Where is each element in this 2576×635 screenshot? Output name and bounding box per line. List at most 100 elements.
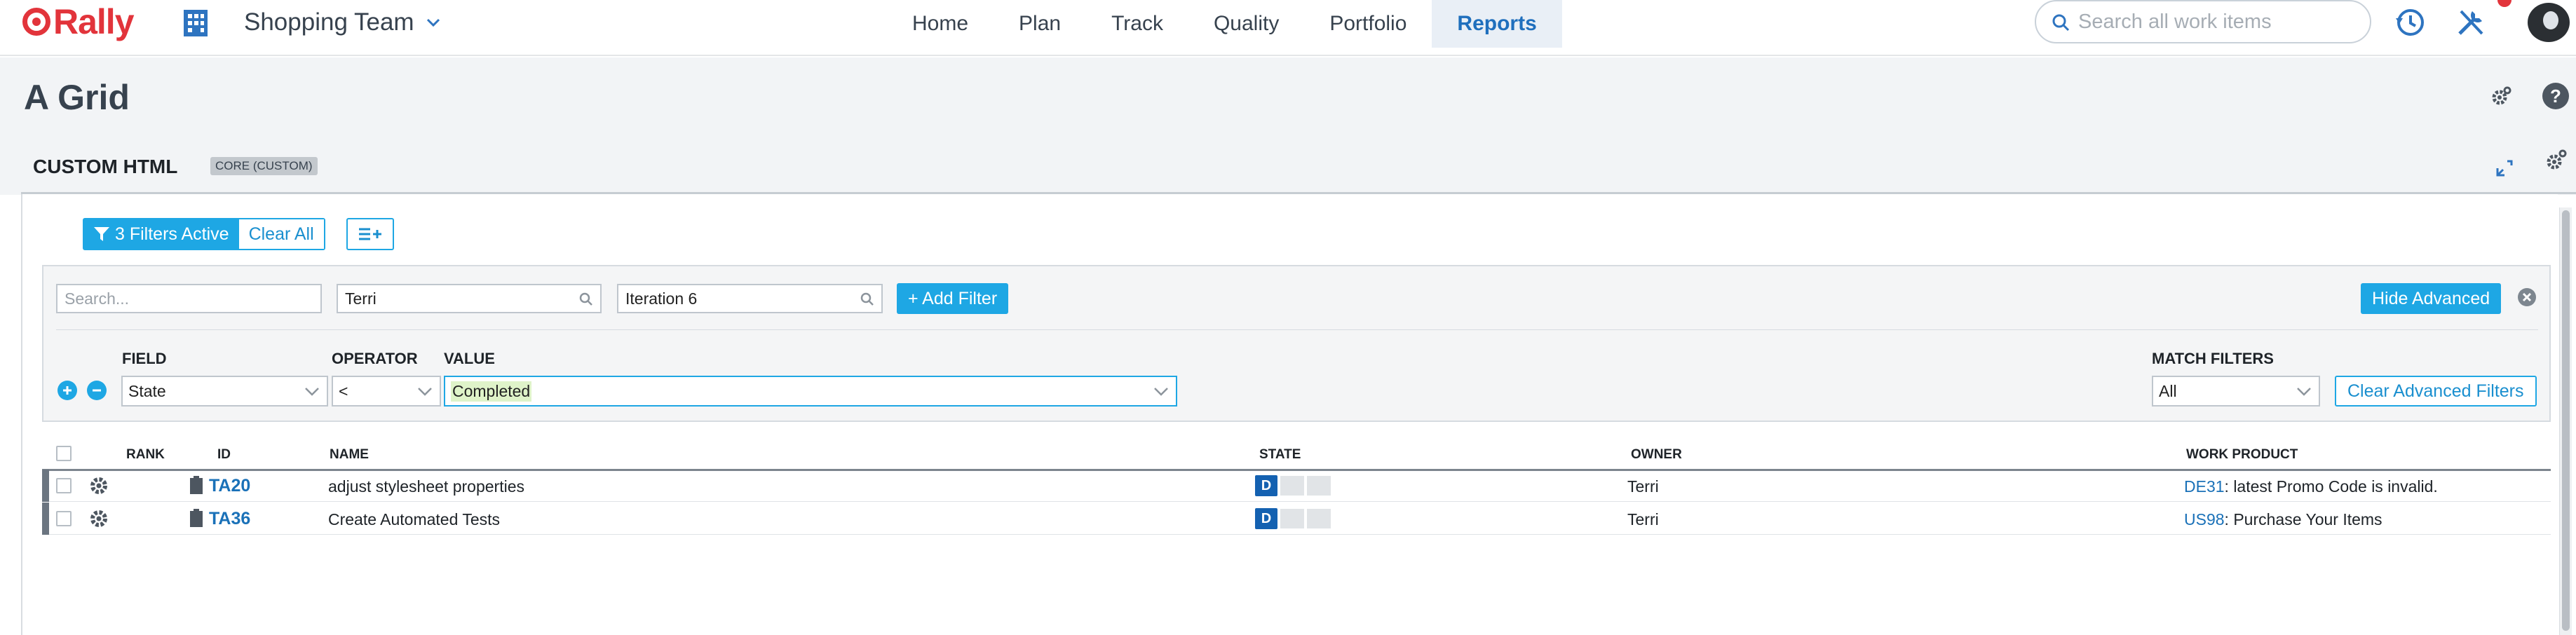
work-product-link[interactable]: US98: [2184, 510, 2225, 528]
close-filter-panel-icon[interactable]: [2517, 287, 2537, 307]
page-header-band: [0, 57, 2576, 195]
owner-filter-value: Terri: [345, 289, 377, 308]
value-select[interactable]: Completed: [444, 376, 1177, 407]
match-filters-select[interactable]: All: [2152, 376, 2320, 407]
nav-tab-home[interactable]: Home: [887, 0, 994, 48]
workspace-picker[interactable]: Shopping Team: [244, 6, 441, 39]
building-icon[interactable]: [181, 7, 210, 38]
filter-funnel-icon: [94, 227, 109, 241]
column-header-id[interactable]: ID: [217, 447, 231, 463]
row-checkbox[interactable]: [56, 511, 72, 526]
vertical-scrollbar[interactable]: [2559, 207, 2572, 635]
state-in-progress-badge[interactable]: [1280, 476, 1304, 496]
state-defined-badge[interactable]: D: [1255, 508, 1277, 529]
add-columns-icon: [359, 228, 381, 240]
notification-indicator[interactable]: [2497, 0, 2511, 7]
state-completed-badge[interactable]: [1307, 476, 1331, 496]
minus-icon: [93, 389, 101, 392]
nav-tab-portfolio[interactable]: Portfolio: [1304, 0, 1432, 48]
value-select-value: Completed: [451, 381, 532, 402]
iteration-filter-field[interactable]: Iteration 6: [617, 284, 883, 313]
filter-controls: 3 Filters Active Clear All: [83, 218, 325, 250]
select-all-checkbox[interactable]: [56, 446, 72, 461]
filters-active-button[interactable]: 3 Filters Active: [84, 219, 239, 249]
clear-advanced-filters-button[interactable]: Clear Advanced Filters: [2335, 376, 2537, 407]
nav-tab-quality[interactable]: Quality: [1188, 0, 1304, 48]
match-filters-value: All: [2159, 381, 2177, 400]
state-completed-badge[interactable]: [1307, 509, 1331, 528]
value-column-label: VALUE: [444, 350, 495, 367]
work-product-link[interactable]: DE31: [2184, 477, 2225, 496]
column-picker-button[interactable]: [346, 218, 394, 250]
row-name[interactable]: adjust stylesheet properties: [328, 477, 524, 496]
column-header-name[interactable]: NAME: [330, 447, 369, 463]
row-actions-gear-icon[interactable]: [88, 508, 109, 529]
chevron-down-icon: [1154, 388, 1168, 396]
operator-select[interactable]: <: [332, 376, 441, 407]
workspace-name: Shopping Team: [244, 8, 414, 36]
column-header-owner[interactable]: OWNER: [1631, 447, 1682, 463]
page-settings-gear-icon[interactable]: [2490, 86, 2511, 107]
table-row[interactable]: TA36 Create Automated Tests D Terri US98…: [42, 503, 2551, 535]
task-clipboard-icon: [190, 509, 203, 527]
nav-tab-plan[interactable]: Plan: [994, 0, 1086, 48]
hide-advanced-button[interactable]: Hide Advanced: [2361, 283, 2502, 314]
user-avatar[interactable]: [2528, 3, 2570, 42]
row-checkbox[interactable]: [56, 478, 72, 493]
rally-logo[interactable]: Rally: [22, 0, 135, 43]
nav-tab-track[interactable]: Track: [1086, 0, 1188, 48]
task-clipboard-icon: [190, 476, 203, 494]
operator-select-value: <: [339, 381, 348, 400]
expand-icon[interactable]: [2495, 158, 2514, 178]
chevron-down-icon: [426, 18, 440, 27]
chevron-down-icon: [305, 388, 319, 396]
panel-settings-gear-icon[interactable]: [2545, 149, 2568, 171]
filter-search-input[interactable]: [65, 289, 283, 308]
svg-text:?: ?: [2550, 86, 2561, 107]
state-defined-badge[interactable]: D: [1255, 475, 1277, 496]
panel-type-badge: CORE (CUSTOM): [210, 157, 318, 175]
filters-active-label: 3 Filters Active: [115, 224, 229, 244]
tools-icon[interactable]: [2454, 6, 2488, 39]
row-name[interactable]: Create Automated Tests: [328, 510, 500, 529]
add-filter-row-button[interactable]: [57, 381, 77, 400]
top-navigation-bar: Rally Shopping Team Home Plan Track Qual…: [0, 0, 2576, 56]
global-search: [2035, 0, 2371, 43]
column-header-rank[interactable]: RANK: [126, 447, 165, 463]
state-in-progress-badge[interactable]: [1280, 509, 1304, 528]
row-drag-handle[interactable]: [42, 470, 49, 502]
rally-logo-icon: [22, 8, 50, 36]
column-header-work-product[interactable]: WORK PRODUCT: [2186, 447, 2298, 463]
help-icon[interactable]: ?: [2541, 81, 2570, 111]
row-id-link[interactable]: TA36: [209, 509, 250, 529]
panel-title: CUSTOM HTML: [33, 156, 178, 177]
row-actions-gear-icon[interactable]: [88, 475, 109, 496]
main-nav-tabs: Home Plan Track Quality Portfolio Report…: [887, 0, 1562, 48]
row-drag-handle[interactable]: [42, 503, 49, 535]
row-id-link[interactable]: TA20: [209, 476, 250, 496]
row-owner[interactable]: Terri: [1627, 510, 1659, 529]
filter-search-field: [56, 284, 322, 313]
owner-filter-search-icon: [579, 292, 592, 306]
iteration-filter-search-icon: [860, 292, 874, 306]
filter-panel-divider: [56, 329, 2538, 330]
add-filter-button[interactable]: + Add Filter: [897, 283, 1009, 314]
row-work-product: US98: Purchase Your Items: [2184, 510, 2382, 529]
global-search-input[interactable]: [2078, 10, 2359, 34]
table-row[interactable]: TA20 adjust stylesheet properties D Terr…: [42, 470, 2551, 502]
owner-filter-field[interactable]: Terri: [337, 284, 602, 313]
field-select[interactable]: State: [121, 376, 328, 407]
remove-filter-row-button[interactable]: [87, 381, 107, 400]
match-filters-label: MATCH FILTERS: [2152, 350, 2274, 367]
work-product-name: : Purchase Your Items: [2224, 510, 2382, 528]
row-owner[interactable]: Terri: [1627, 477, 1659, 496]
column-header-state[interactable]: STATE: [1259, 447, 1301, 463]
history-icon[interactable]: [2393, 6, 2427, 39]
scrollbar-thumb[interactable]: [2562, 210, 2570, 631]
iteration-filter-value: Iteration 6: [625, 289, 698, 308]
grid-header-row: RANK ID NAME STATE OWNER WORK PRODUCT: [42, 436, 2551, 471]
plus-icon: [63, 386, 72, 395]
field-column-label: FIELD: [122, 350, 167, 367]
clear-all-filters-button[interactable]: Clear All: [238, 219, 324, 249]
nav-tab-reports[interactable]: Reports: [1432, 0, 1562, 48]
